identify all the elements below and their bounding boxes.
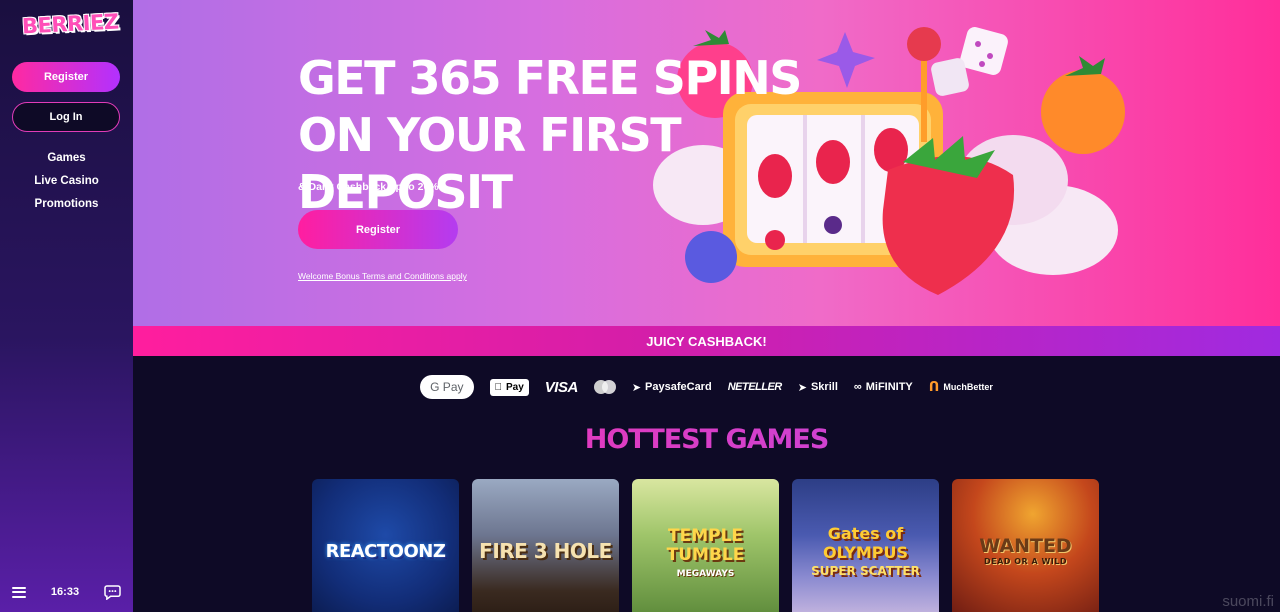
apple-pay-text: Pay [502, 381, 524, 393]
terms-link[interactable]: Welcome Bonus Terms and Conditions apply [298, 271, 467, 281]
sidebar-item-promotions[interactable]: Promotions [0, 196, 133, 219]
clock: 16:33 [50, 586, 80, 598]
game-title-main: WANTED [979, 535, 1072, 557]
mifinity-icon: ∞ [850, 381, 862, 393]
muchbetter-text: MuchBetter [939, 382, 993, 392]
hero-subtitle: & Daily Cashback up to 20%! [298, 181, 443, 193]
apple-pay-logo: Pay [489, 378, 529, 396]
google-pay-logo: G Pay [420, 375, 474, 399]
hottest-games-title: HOTTEST GAMES [133, 424, 1280, 455]
games-row: REACTOONZ FIRE 3 HOLE TEMPLE TUMBLE MEGA… [312, 479, 1099, 612]
game-title-main: Gates of OLYMPUS [822, 524, 909, 562]
game-tile-reactoonz[interactable]: REACTOONZ [312, 479, 459, 612]
skrill-text: Skrill [807, 381, 838, 393]
payment-methods: G Pay Pay VISA ➤PaysafeCard NETELLER ➤S… [133, 370, 1280, 404]
sidebar: BERRIEZ Register Log In Games Live Casin… [0, 0, 133, 612]
game-title: FIRE 3 HOLE [479, 539, 612, 563]
mifinity-text: MiFINITY [861, 381, 913, 393]
sidebar-nav: Games Live Casino Promotions [0, 150, 133, 219]
hamburger-menu-icon[interactable] [12, 586, 26, 598]
berriez-logo[interactable]: BERRIEZ [21, 9, 119, 44]
sidebar-login-button[interactable]: Log In [12, 102, 120, 132]
cashback-banner[interactable]: JUICY CASHBACK! [133, 326, 1280, 356]
muchbetter-icon: ᑎ [925, 379, 940, 394]
game-title: WANTED DEAD OR A WILD [952, 535, 1099, 566]
hero-title-line-1: GET 365 FREE SPINS [298, 51, 802, 105]
hero-title-line-2: ON YOUR FIRST DEPOSIT [298, 108, 682, 219]
game-title: TEMPLE TUMBLE MEGAWAYS [632, 527, 779, 584]
game-subtitle: SUPER SCATTER [811, 564, 920, 578]
visa-logo: VISA [541, 378, 579, 396]
skrill-logo: ➤ Skrill [798, 381, 838, 394]
mastercard-logo [593, 380, 616, 394]
hero-banner: GET 365 FREE SPINS ON YOUR FIRST DEPOSIT… [133, 0, 1280, 326]
game-title: REACTOONZ [325, 541, 446, 562]
game-tile-gates-of-olympus[interactable]: Gates of OLYMPUS SUPER SCATTER [792, 479, 939, 612]
mifinity-logo: ∞ MiFINITY [854, 381, 913, 393]
sidebar-item-games[interactable]: Games [0, 150, 133, 173]
paysafecard-icon: ➤ [628, 381, 641, 394]
muchbetter-logo: ᑎ MuchBetter [929, 379, 993, 395]
paysafecard-logo: ➤ PaysafeCard [632, 381, 712, 394]
hero-register-button[interactable]: Register [298, 210, 458, 249]
game-tile-wanted[interactable]: WANTED DEAD OR A WILD [952, 479, 1099, 612]
chat-icon[interactable] [104, 584, 121, 600]
game-title-main: TEMPLE TUMBLE [666, 526, 745, 565]
hero-title: GET 365 FREE SPINS ON YOUR FIRST DEPOSIT [298, 50, 818, 221]
game-title: Gates of OLYMPUS SUPER SCATTER [792, 524, 939, 581]
paysafecard-text: PaysafeCard [641, 381, 712, 393]
game-tile-temple-tumble[interactable]: TEMPLE TUMBLE MEGAWAYS [632, 479, 779, 612]
sidebar-register-button[interactable]: Register [12, 62, 120, 92]
sidebar-footer: 16:33 [0, 572, 133, 612]
skrill-icon: ➤ [794, 381, 807, 394]
sidebar-item-live-casino[interactable]: Live Casino [0, 173, 133, 196]
apple-icon:  [495, 382, 503, 393]
game-subtitle: MEGAWAYS [676, 569, 735, 579]
watermark: suomi.fi [1222, 593, 1274, 610]
game-tile-fire-3-hole[interactable]: FIRE 3 HOLE [472, 479, 619, 612]
game-subtitle: DEAD OR A WILD [984, 557, 1067, 566]
neteller-logo: NETELLER [723, 381, 783, 393]
page: BERRIEZ Register Log In Games Live Casin… [0, 0, 1280, 612]
logo-text: BERRIEZ [21, 9, 120, 39]
